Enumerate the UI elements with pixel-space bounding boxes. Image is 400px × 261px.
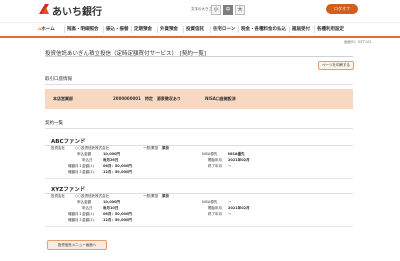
nav-divider xyxy=(210,26,211,33)
fund-bonus2-label: 増額月１金額(2) xyxy=(68,170,94,174)
fund-start: 2021年02月 xyxy=(228,158,250,162)
font-size-small-button[interactable]: 小 xyxy=(211,5,221,15)
account-nisa-status: NISA口座開設済 xyxy=(205,96,236,101)
nav-divider xyxy=(64,26,65,33)
logout-button[interactable]: ログオフ xyxy=(326,4,358,14)
bank-name[interactable]: あいち銀行 xyxy=(52,3,102,18)
fund-nisa-label: NISA優先 xyxy=(202,152,218,156)
fund-divider xyxy=(45,178,353,179)
contract-section-title: 契約一覧 xyxy=(45,121,63,126)
fund-header: ABCファンド xyxy=(45,135,353,146)
nav-divider xyxy=(157,26,158,33)
fund-end-label: 終了年月 xyxy=(208,212,222,216)
fund-bonus1-label: 増額月１金額(1) xyxy=(68,212,94,216)
account-info-box: 本店営業部 2000000001 特定 源泉徴収あり NISA口座開設済 xyxy=(45,89,353,109)
header: あいち銀行 文字の大きさ 小 中 大 ログオフ xyxy=(0,0,400,20)
nav-home[interactable]: ⌂ホーム xyxy=(38,23,55,36)
nav-foreign-deposit[interactable]: 外貨預金 xyxy=(160,23,178,36)
section-divider xyxy=(45,128,353,129)
fund-date-label: 申込日 xyxy=(82,158,93,162)
fund-type: 累投 xyxy=(162,146,169,150)
fund-date: 毎月10日 xyxy=(103,206,119,210)
fund-company-label: 投資会社 xyxy=(51,194,65,198)
fund-date-label: 申込日 xyxy=(82,206,93,210)
nav-investment-trust[interactable]: 投資信託 xyxy=(186,23,204,36)
fund-end-label: 終了年月 xyxy=(208,164,222,168)
nav-divider xyxy=(131,26,132,33)
fund-company-label: 投資会社 xyxy=(51,146,65,150)
fund-date: 毎月26日 xyxy=(103,158,119,162)
fund-start: 2021年02月 xyxy=(228,206,250,210)
nav-divider xyxy=(314,26,315,33)
fund-type: 累投 xyxy=(162,194,169,198)
fund-start-label: 開始年月 xyxy=(208,206,222,210)
nav-tax-payment[interactable]: 税金・各種料金の払込 xyxy=(241,23,286,36)
nav-transfer[interactable]: 振込・振替 xyxy=(106,23,129,36)
global-nav: ⌂ホーム 残高・明細照会 振込・振替 定期預金 外貨預金 投資信託 住宅ローン … xyxy=(0,22,400,38)
investment-menu-button[interactable]: 投資信託メニュー画面へ xyxy=(47,240,107,250)
nav-divider xyxy=(238,26,239,33)
print-button[interactable]: ページを印刷する xyxy=(318,61,354,70)
fund-nisa: NISA優先 xyxy=(228,152,245,156)
section-divider xyxy=(45,84,353,85)
nav-divider xyxy=(289,26,290,33)
nav-home-loan[interactable]: 住宅ローン xyxy=(213,23,235,36)
font-size-medium-button[interactable]: 中 xyxy=(223,5,233,15)
nav-notifications[interactable]: 諸届受付 xyxy=(292,23,310,36)
nav-time-deposit[interactable]: 定期預金 xyxy=(134,23,152,36)
fund-header: XYZファンド xyxy=(45,183,353,194)
nav-divider xyxy=(103,26,104,33)
fund-amount: 10,000円 xyxy=(103,200,121,204)
fund-type-label: 一般/累投 xyxy=(143,194,159,198)
account-section-title: 取引口座情報 xyxy=(45,77,72,82)
fund-amount-label: 申込金額 xyxy=(77,200,91,204)
fund-bonus1: 06月：50,000円 xyxy=(103,164,132,168)
fund-type-label: 一般/累投 xyxy=(143,146,159,150)
fund-bonus2: 12月：50,000円 xyxy=(103,218,132,222)
fund-divider xyxy=(45,226,353,227)
title-divider xyxy=(45,56,353,57)
font-size-large-button[interactable]: 大 xyxy=(235,5,245,15)
fund-amount-label: 申込金額 xyxy=(77,152,91,156)
nav-balance[interactable]: 残高・明細照会 xyxy=(67,23,99,36)
fund-name: XYZファンド xyxy=(51,187,86,193)
nav-divider xyxy=(183,26,184,33)
fund-start-label: 開始年月 xyxy=(208,158,222,162)
page-id: 画面ID：BTT102 xyxy=(344,40,372,44)
fund-end: － xyxy=(228,164,232,168)
fund-nisa-label: NISA優先 xyxy=(202,200,218,204)
fund-amount: 10,000円 xyxy=(103,152,121,156)
fund-company: ○○投資信託株式会社 xyxy=(75,194,110,198)
fund-nisa: － xyxy=(228,200,232,204)
fund-bonus1-label: 増額月１金額(1) xyxy=(68,164,94,168)
bank-logo-icon xyxy=(39,4,49,14)
account-branch: 本店営業部 xyxy=(53,96,73,101)
fund-end: － xyxy=(228,212,232,216)
fund-company: ○○投資信託株式会社 xyxy=(75,146,110,150)
fund-bonus2-label: 増額月１金額(2) xyxy=(68,218,94,222)
account-number: 2000000001 特定 源泉徴収あり xyxy=(113,96,181,101)
fund-bonus2: 12月：50,000円 xyxy=(103,170,132,174)
nav-settings[interactable]: 各種利用設定 xyxy=(317,23,344,36)
fund-bonus1: 06月：50,000円 xyxy=(103,212,132,216)
fund-name: ABCファンド xyxy=(51,139,86,145)
font-size-label: 文字の大きさ xyxy=(191,7,212,11)
